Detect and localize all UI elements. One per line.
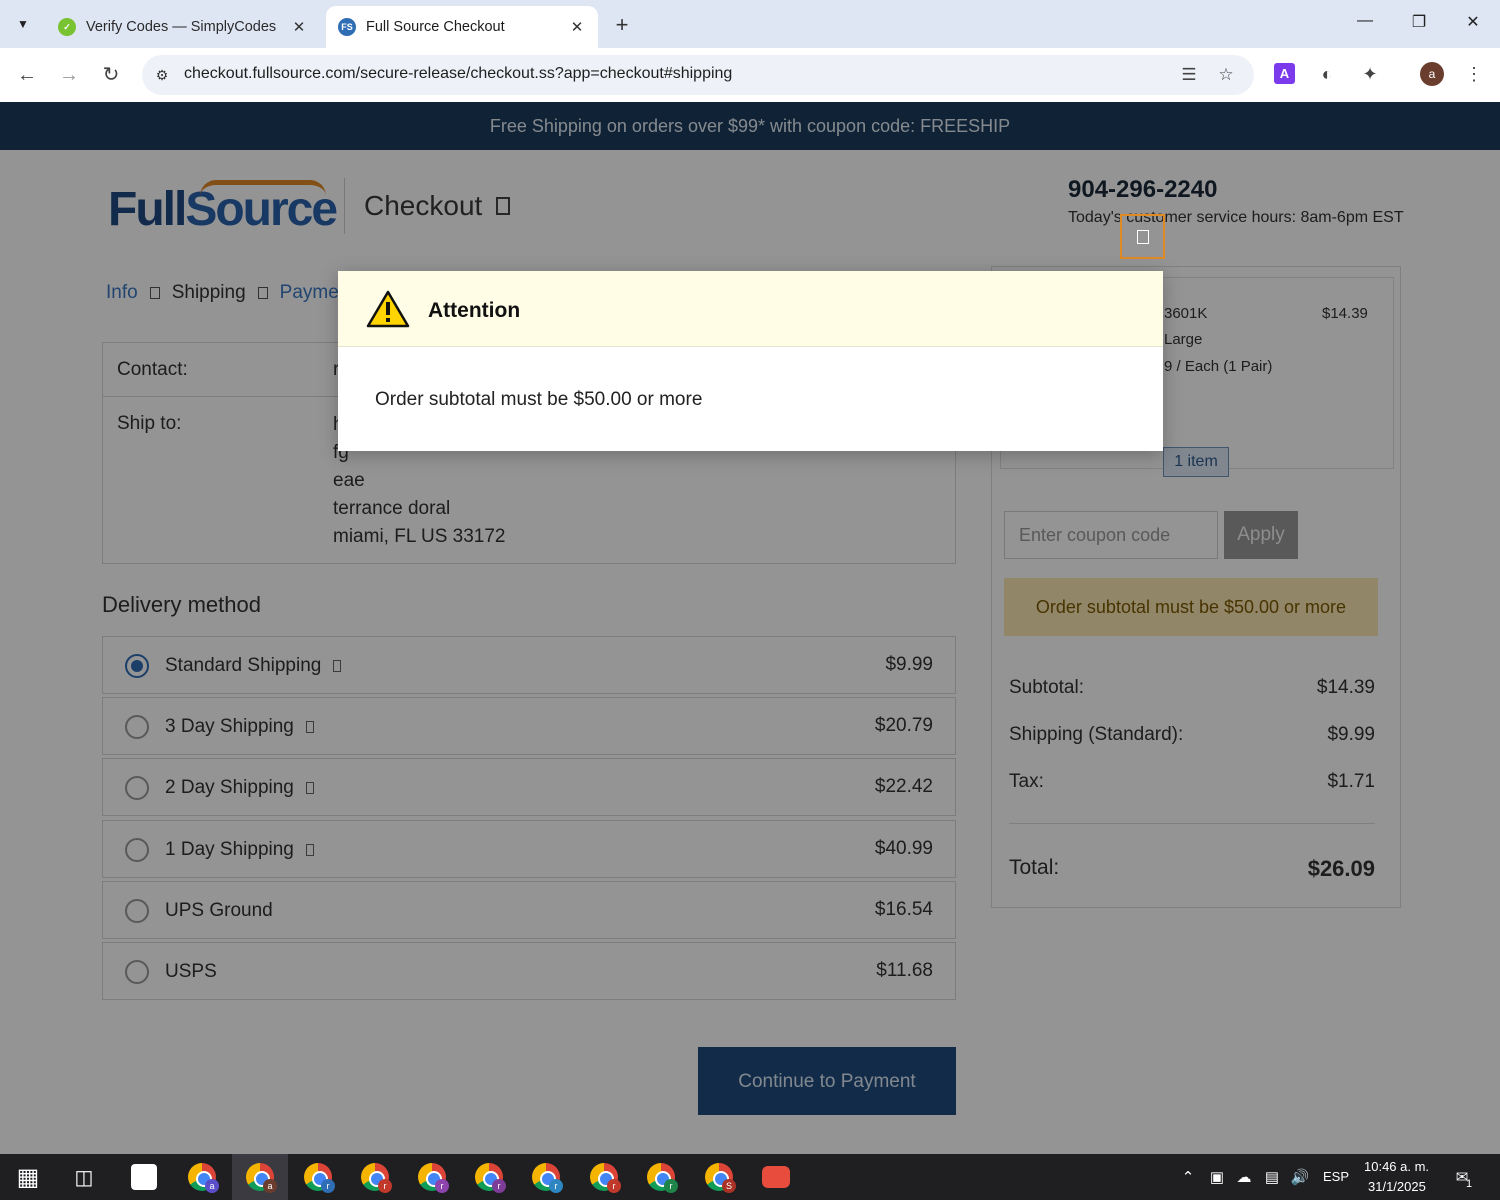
network-icon[interactable]: ▤	[1262, 1168, 1282, 1186]
chrome-taskbar-button[interactable]: S	[691, 1154, 747, 1200]
chrome-taskbar-button[interactable]: r	[576, 1154, 632, 1200]
dialog-title: Attention	[428, 299, 521, 322]
task-view-button[interactable]: ◫	[56, 1154, 112, 1200]
chrome-taskbar-button-active[interactable]: a	[232, 1154, 288, 1200]
onedrive-cloud-icon[interactable]: ☁	[1234, 1168, 1254, 1186]
reload-icon[interactable]: ↻	[98, 62, 124, 88]
translate-icon[interactable]: ☰	[1178, 64, 1200, 86]
close-modal-focus-button[interactable]	[1120, 214, 1165, 259]
extensions-puzzle-icon[interactable]: ✦	[1358, 62, 1382, 86]
clock-time[interactable]: 10:46 a. m.	[1364, 1159, 1429, 1174]
modal-overlay[interactable]	[0, 102, 1500, 1154]
bookmark-star-icon[interactable]: ☆	[1215, 64, 1237, 86]
tab-strip: ▼ ✓ Verify Codes — SimplyCodes ✕ FS Full…	[0, 0, 1500, 48]
window-close-icon[interactable]: ✕	[1458, 12, 1488, 32]
windows-taskbar: ▦ ◫ a a r r r r r r r S ⌃ ▣ ☁ ▤ 🔊 ESP 10…	[0, 1154, 1500, 1200]
task-view-icon: ◫	[74, 1166, 94, 1189]
pinned-app-button[interactable]	[116, 1154, 172, 1200]
address-bar[interactable]: ⚙ checkout.fullsource.com/secure-release…	[142, 55, 1254, 95]
start-button[interactable]: ▦	[0, 1154, 56, 1200]
tab-simplycodes[interactable]: ✓ Verify Codes — SimplyCodes ✕	[46, 6, 320, 48]
app-icon	[762, 1166, 790, 1188]
tab-search-icon[interactable]: ▼	[8, 10, 38, 38]
simplycodes-favicon-icon: ✓	[58, 18, 76, 36]
site-info-icon[interactable]: ⚙	[152, 65, 172, 85]
chrome-taskbar-button[interactable]: r	[347, 1154, 403, 1200]
chrome-taskbar-button[interactable]: r	[290, 1154, 346, 1200]
extension-a-icon[interactable]: A	[1274, 63, 1295, 84]
fullsource-favicon-icon: FS	[338, 18, 356, 36]
minimize-icon[interactable]: —	[1350, 12, 1380, 30]
input-language[interactable]: ESP	[1323, 1169, 1349, 1184]
checkout-page: Free Shipping on orders over $99* with c…	[0, 102, 1500, 1154]
tab-close-icon[interactable]: ✕	[568, 18, 586, 36]
volume-icon[interactable]: 🔊	[1290, 1168, 1310, 1186]
chrome-taskbar-button[interactable]: a	[174, 1154, 230, 1200]
pinned-app-button[interactable]	[748, 1154, 804, 1200]
chrome-taskbar-button[interactable]: r	[633, 1154, 689, 1200]
warning-icon	[366, 290, 410, 328]
clock-date[interactable]: 31/1/2025	[1368, 1179, 1426, 1194]
profile-avatar[interactable]: a	[1420, 62, 1444, 86]
windows-logo-icon: ▦	[16, 1163, 40, 1191]
back-icon[interactable]: ←	[14, 62, 40, 88]
tab-title: Full Source Checkout	[366, 19, 505, 35]
dialog-header: Attention	[338, 271, 1163, 347]
chrome-taskbar-button[interactable]: r	[518, 1154, 574, 1200]
tab-fullsource-checkout[interactable]: FS Full Source Checkout ✕	[326, 6, 598, 48]
tab-title: Verify Codes — SimplyCodes	[86, 19, 277, 35]
meet-icon[interactable]: ▣	[1207, 1168, 1227, 1186]
forward-icon[interactable]: →	[56, 62, 82, 88]
dialog-message: Order subtotal must be $50.00 or more	[375, 389, 703, 410]
attention-dialog: Attention Order subtotal must be $50.00 …	[338, 271, 1163, 451]
notification-count: 1	[1466, 1178, 1473, 1190]
new-tab-icon[interactable]: +	[610, 12, 634, 38]
chrome-taskbar-button[interactable]: r	[404, 1154, 460, 1200]
globe-extension-icon[interactable]: ◐	[1315, 62, 1339, 86]
restore-icon[interactable]: ❐	[1404, 12, 1434, 32]
tab-close-icon[interactable]: ✕	[290, 18, 308, 36]
show-hidden-icons-icon[interactable]: ⌃	[1178, 1168, 1198, 1186]
chrome-taskbar-button[interactable]: r	[461, 1154, 517, 1200]
url-text[interactable]: checkout.fullsource.com/secure-release/c…	[184, 65, 732, 83]
browser-menu-icon[interactable]: ⋮	[1462, 62, 1486, 86]
app-icon	[131, 1164, 157, 1190]
